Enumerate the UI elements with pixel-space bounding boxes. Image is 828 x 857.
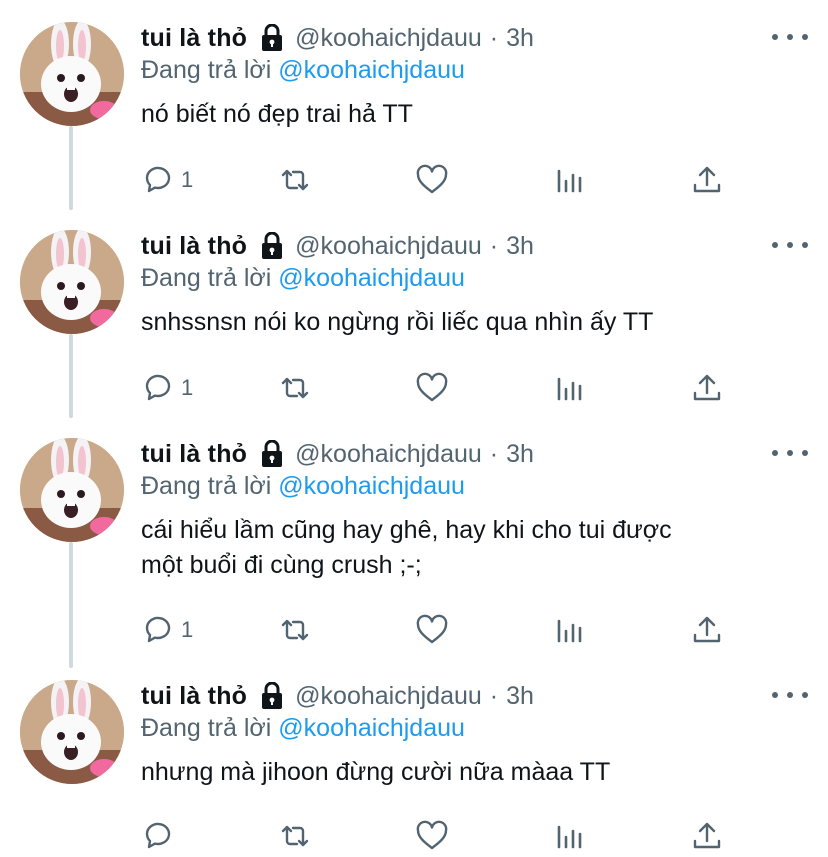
- retweet-button[interactable]: [278, 610, 312, 650]
- retweet-button[interactable]: [278, 368, 312, 408]
- avatar[interactable]: [20, 22, 124, 126]
- retweet-button[interactable]: [278, 816, 312, 856]
- separator-dot: ·: [489, 439, 499, 468]
- reply-icon: [145, 374, 171, 401]
- like-button[interactable]: [415, 816, 449, 856]
- more-icon[interactable]: [772, 24, 808, 50]
- tweet-text: cái hiểu lầm cũng hay ghê, hay khi cho t…: [141, 516, 672, 579]
- views-button[interactable]: [553, 160, 587, 200]
- more-icon[interactable]: [772, 232, 808, 258]
- retweet-icon: [281, 377, 309, 399]
- display-name[interactable]: tui là thỏ: [141, 682, 247, 711]
- reply-button[interactable]: 1: [141, 610, 193, 650]
- avatar[interactable]: [20, 230, 124, 334]
- reply-count: 1: [181, 617, 194, 642]
- replying-to-label: Đang trả lời: [141, 472, 272, 500]
- timestamp[interactable]: 3h: [506, 440, 534, 469]
- timestamp[interactable]: 3h: [506, 24, 534, 53]
- retweet-icon: [281, 619, 309, 641]
- bunny-avatar-image: [20, 438, 124, 542]
- retweet-button[interactable]: [278, 160, 312, 200]
- tweet[interactable]: tui là thỏ @koohaichjdauu · 3h Đang trả …: [0, 438, 828, 670]
- display-name[interactable]: tui là thỏ: [141, 232, 247, 261]
- user-handle[interactable]: @koohaichjdauu: [295, 682, 482, 711]
- action-bar: [141, 816, 761, 856]
- share-icon: [693, 166, 721, 193]
- reply-count: 1: [181, 375, 194, 400]
- reply-icon: [145, 166, 171, 193]
- share-button[interactable]: [690, 816, 724, 856]
- bunny-avatar-image: [20, 22, 124, 126]
- share-icon: [693, 374, 721, 401]
- replying-to-mention[interactable]: @koohaichjdauu: [278, 56, 465, 84]
- replying-to-mention[interactable]: @koohaichjdauu: [278, 714, 465, 742]
- replying-to-label: Đang trả lời: [141, 264, 272, 292]
- like-button[interactable]: [415, 610, 449, 650]
- action-bar: 1: [141, 368, 761, 408]
- reply-button[interactable]: [141, 816, 181, 856]
- heart-icon: [416, 820, 448, 850]
- lock-icon: [259, 440, 285, 468]
- bunny-avatar-image: [20, 230, 124, 334]
- display-name[interactable]: tui là thỏ: [141, 24, 247, 53]
- timestamp[interactable]: 3h: [506, 232, 534, 261]
- tweet-text: nhưng mà jihoon đừng cười nữa màaa TT: [141, 758, 611, 786]
- replying-to-mention[interactable]: @koohaichjdauu: [278, 472, 465, 500]
- tweet[interactable]: tui là thỏ @koohaichjdauu · 3h Đang trả …: [0, 680, 828, 857]
- heart-icon: [416, 372, 448, 402]
- views-icon: [557, 825, 582, 849]
- like-button[interactable]: [415, 160, 449, 200]
- timestamp[interactable]: 3h: [506, 682, 534, 711]
- heart-icon: [416, 164, 448, 194]
- replying-to-label: Đang trả lời: [141, 56, 272, 84]
- views-icon: [557, 619, 582, 643]
- replying-to-label: Đang trả lời: [141, 714, 272, 742]
- lock-icon: [259, 24, 285, 52]
- views-button[interactable]: [553, 368, 587, 408]
- tweet-text: nó biết nó đẹp trai hả TT: [141, 100, 413, 128]
- share-button[interactable]: [690, 160, 724, 200]
- share-icon: [693, 822, 721, 849]
- replying-to: Đang trả lời @koohaichjdauu: [141, 714, 808, 746]
- reply-icon: [145, 822, 171, 849]
- user-handle[interactable]: @koohaichjdauu: [295, 24, 482, 53]
- display-name[interactable]: tui là thỏ: [141, 440, 247, 469]
- avatar[interactable]: [20, 438, 124, 542]
- retweet-icon: [281, 169, 309, 191]
- replying-to-mention[interactable]: @koohaichjdauu: [278, 264, 465, 292]
- more-icon[interactable]: [772, 440, 808, 466]
- tweet[interactable]: tui là thỏ @koohaichjdauu · 3h Đang trả …: [0, 22, 828, 212]
- views-button[interactable]: [553, 816, 587, 856]
- share-button[interactable]: [690, 368, 724, 408]
- tweet[interactable]: tui là thỏ @koohaichjdauu · 3h Đang trả …: [0, 230, 828, 420]
- reply-count: 1: [181, 167, 194, 192]
- views-button[interactable]: [553, 610, 587, 650]
- more-icon[interactable]: [772, 682, 808, 708]
- reply-icon: [145, 616, 171, 643]
- user-handle[interactable]: @koohaichjdauu: [295, 232, 482, 261]
- retweet-icon: [281, 825, 309, 847]
- separator-dot: ·: [489, 681, 499, 710]
- replying-to: Đang trả lời @koohaichjdauu: [141, 472, 808, 504]
- views-icon: [557, 169, 582, 193]
- bunny-avatar-image: [20, 680, 124, 784]
- reply-button[interactable]: 1: [141, 368, 193, 408]
- lock-icon: [259, 682, 285, 710]
- like-button[interactable]: [415, 368, 449, 408]
- replying-to: Đang trả lời @koohaichjdauu: [141, 56, 808, 88]
- replying-to: Đang trả lời @koohaichjdauu: [141, 264, 808, 296]
- tweet-text: snhssnsn nói ko ngừng rồi liếc qua nhìn …: [141, 308, 654, 336]
- reply-button[interactable]: 1: [141, 160, 193, 200]
- avatar[interactable]: [20, 680, 124, 784]
- views-icon: [557, 377, 582, 401]
- lock-icon: [259, 232, 285, 260]
- action-bar: 1: [141, 610, 761, 650]
- action-bar: 1: [141, 160, 761, 200]
- separator-dot: ·: [489, 231, 499, 260]
- user-handle[interactable]: @koohaichjdauu: [295, 440, 482, 469]
- share-button[interactable]: [690, 610, 724, 650]
- share-icon: [693, 616, 721, 643]
- heart-icon: [416, 614, 448, 644]
- separator-dot: ·: [489, 23, 499, 52]
